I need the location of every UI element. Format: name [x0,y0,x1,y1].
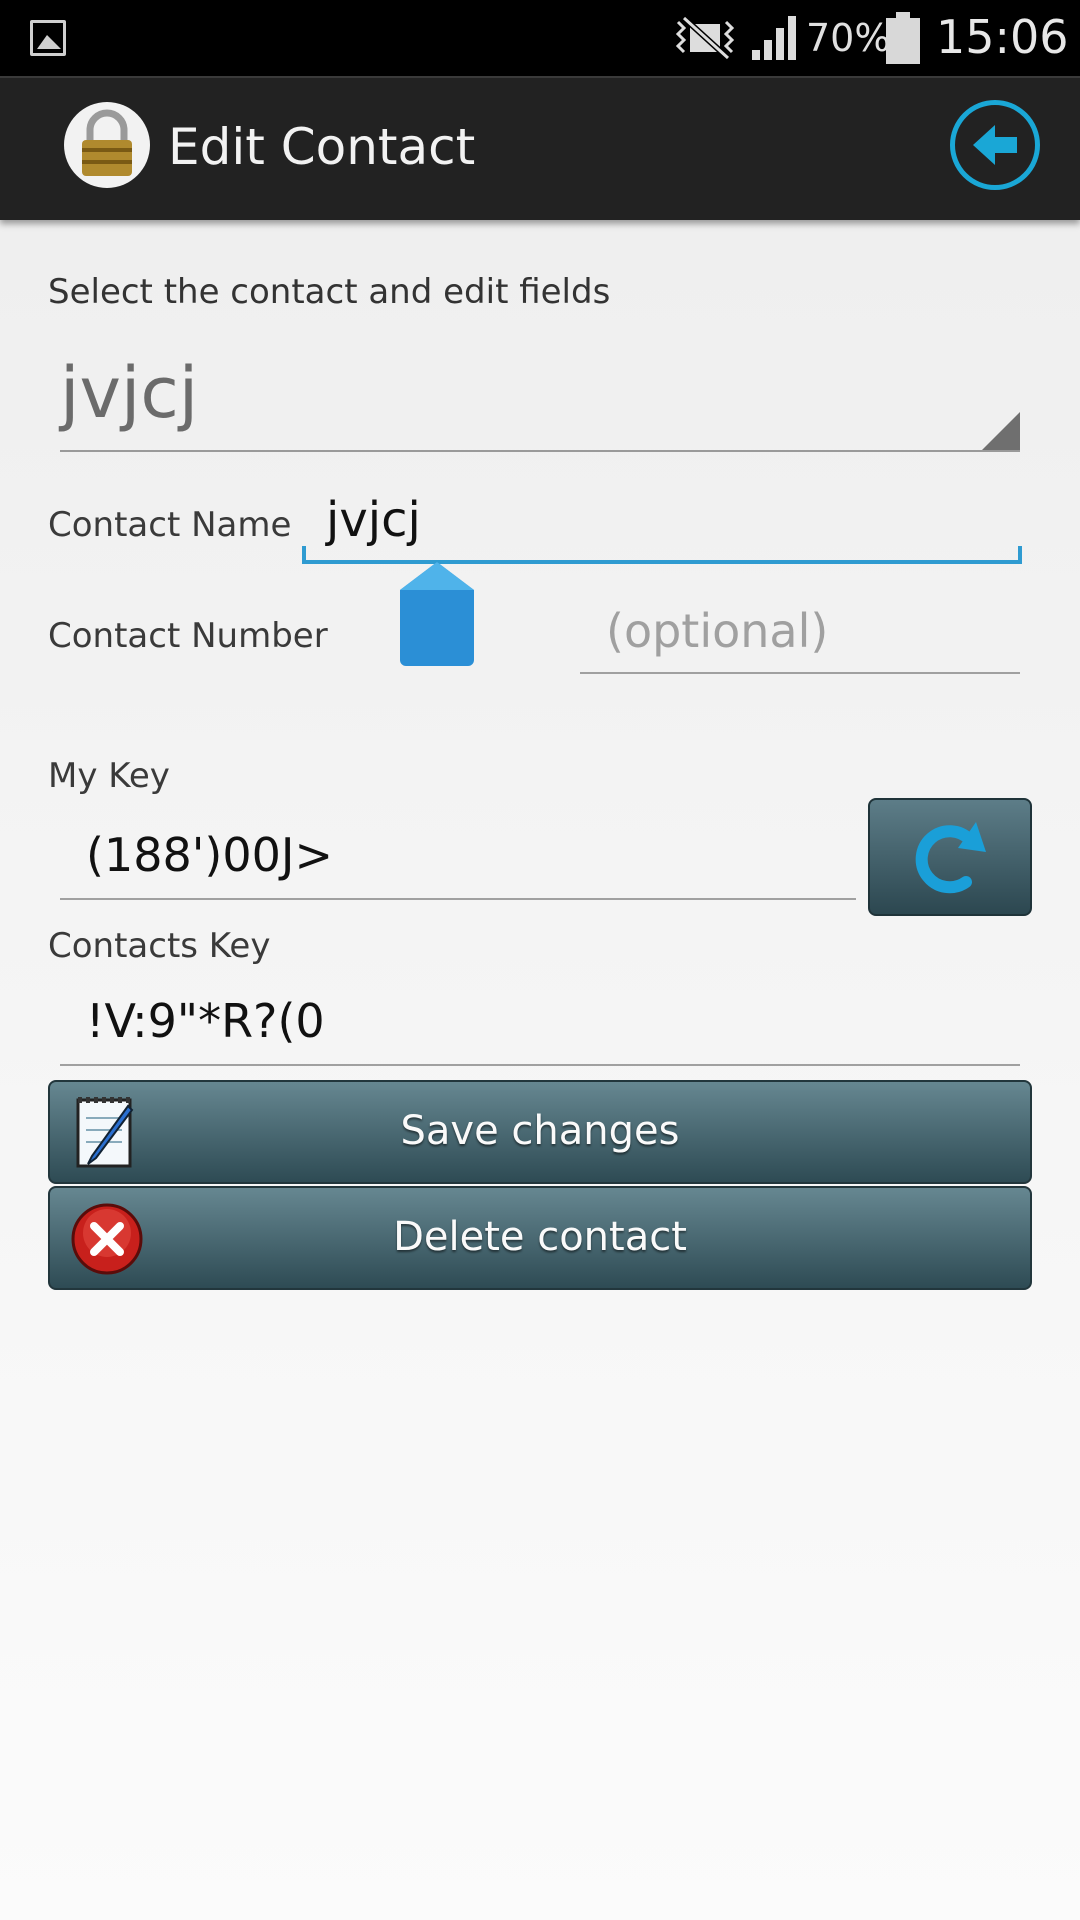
delete-contact-button[interactable]: Delete contact [48,1186,1032,1290]
contacts-key-input[interactable]: !V:9"*R?(0 [60,986,1020,1066]
battery-icon [886,12,920,64]
text-cursor-handle[interactable] [398,560,476,670]
refresh-key-button[interactable] [868,798,1032,916]
contact-number-placeholder: (optional) [606,604,829,658]
delete-contact-label: Delete contact [393,1214,687,1260]
signal-icon [752,16,796,60]
contact-number-label: Contact Number [48,616,328,656]
padlock-icon [64,102,150,188]
contact-name-input[interactable]: jvjcj [302,488,1022,564]
contact-name-value: jvjcj [326,492,421,548]
mute-icon [675,16,735,60]
battery-percent: 70% [806,16,891,60]
back-button[interactable] [950,100,1040,190]
contact-selector[interactable]: jvjcj [60,340,1020,452]
contact-number-input[interactable]: (optional) [580,600,1020,674]
back-arrow-icon [973,125,1017,165]
save-changes-label: Save changes [400,1108,680,1154]
gallery-icon [30,20,66,56]
refresh-icon [915,822,986,894]
save-changes-button[interactable]: Save changes [48,1080,1032,1184]
dropdown-arrow-icon [982,412,1020,450]
clock: 15:06 [936,10,1069,64]
my-key-input[interactable]: (188')00J> [60,820,856,900]
selected-contact: jvjcj [60,352,199,434]
contact-name-label: Contact Name [48,505,292,545]
my-key-label: My Key [48,756,170,796]
status-bar: 70% 15:06 [0,0,1080,76]
instruction-text: Select the contact and edit fields [48,272,611,312]
action-bar: Edit Contact [0,76,1080,220]
my-key-value: (188')00J> [86,828,333,882]
page-title: Edit Contact [168,118,476,176]
contacts-key-label: Contacts Key [48,926,271,966]
contacts-key-value: !V:9"*R?(0 [86,994,325,1048]
